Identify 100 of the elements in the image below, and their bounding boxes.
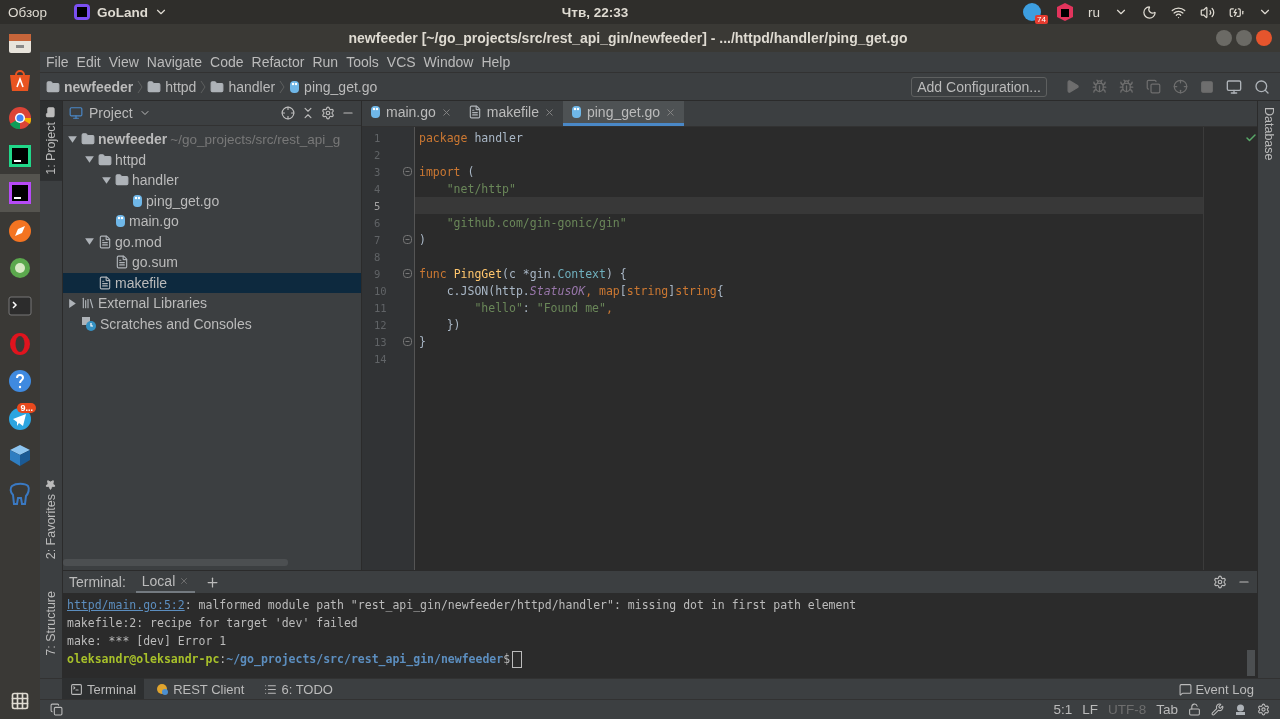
file-link[interactable]: httpd/main.go:5:2 [67,598,185,612]
breadcrumb[interactable]: newfeeder [46,78,134,95]
check-icon [1244,132,1257,144]
scrollbar[interactable] [1247,650,1255,676]
collapsed-arrow-icon[interactable] [67,297,78,309]
tree-item[interactable]: handler [63,170,361,191]
volume-icon[interactable] [1200,4,1215,20]
chevron-right-icon [279,79,286,94]
menu-item[interactable]: View [108,54,139,70]
editor-tab[interactable]: main.go [362,101,460,126]
folder-icon [115,173,129,188]
editor-tab[interactable]: makefile [459,101,563,126]
notification-badge: 9... [17,402,36,413]
menu-item[interactable]: Run [312,54,339,70]
event-log-button[interactable]: Event Log [1179,681,1254,697]
clock[interactable]: Чтв, 22:33 [561,4,629,20]
moon-icon[interactable] [1142,4,1157,20]
app-menu[interactable]: GoLand [97,4,148,20]
code-line: "github.com/gin-gonic/gin" [445,214,628,231]
tree-item[interactable]: main.go [63,211,361,232]
tool-window-tab[interactable]: Database [1258,101,1280,167]
fold-icon[interactable] [403,337,412,346]
cube-icon[interactable] [1056,2,1074,22]
menu-item[interactable]: Navigate [146,54,203,70]
tool-window-button[interactable]: Terminal [62,678,145,700]
close-button[interactable] [1256,30,1272,46]
dock-item[interactable] [0,174,40,212]
collapse-all-icon[interactable] [301,106,315,120]
locate-icon[interactable] [281,106,295,120]
terminal-line: make: *** [dev] Error 1 [67,633,228,650]
folder-icon [98,152,112,167]
file-icon [115,255,129,270]
project-view-selector[interactable]: Project [89,105,133,121]
fold-icon[interactable] [403,269,412,278]
shell-prompt: oleksandr@oleksandr-pc:~/go_projects/src/rest_api_gin/newfeeder$ [67,652,511,666]
inspector-icon[interactable] [1234,703,1247,716]
tool-window-button[interactable]: 6: TODO [256,678,341,700]
search-icon[interactable] [1254,78,1270,95]
gopher-file-icon [289,79,301,94]
gopher-file-icon [115,214,126,229]
expanded-arrow-icon[interactable] [84,154,95,166]
tree-item[interactable]: Scratches and Consoles [63,313,361,334]
menu-item[interactable]: Refactor [251,54,305,70]
language-indicator[interactable]: ru [1088,4,1100,20]
menu-item[interactable]: Tools [346,54,379,70]
expanded-arrow-icon[interactable] [101,174,112,186]
breadcrumb[interactable]: httpd [147,78,197,95]
terminal-line: makefile:2: recipe for target 'dev' failed [67,615,359,632]
scrollbar[interactable] [63,559,288,566]
settings-icon[interactable] [1213,575,1227,589]
settings-icon[interactable] [1257,703,1270,716]
tool-window-tab[interactable]: 7: Structure [40,585,62,662]
breadcrumb[interactable]: ping_get.go [289,78,378,95]
wifi-icon[interactable] [1171,4,1186,20]
overview-button[interactable]: Обзор [8,4,47,20]
settings-icon[interactable] [321,106,335,120]
add-icon[interactable] [205,574,221,590]
menu-item[interactable]: Code [210,54,244,70]
unlock-icon[interactable] [1188,703,1201,716]
file-icon [98,234,112,249]
tree-item[interactable]: newfeeder ~/go_projects/src/rest_api_g [63,129,361,150]
tool-windows-icon[interactable] [50,703,63,716]
expanded-arrow-icon[interactable] [84,236,95,248]
tool-window-button[interactable]: REST Client [148,678,253,700]
browser-icon[interactable] [6,104,34,132]
menu-item[interactable]: Help [481,54,511,70]
tree-item[interactable]: makefile [63,272,361,293]
add-configuration-button[interactable]: Add Configuration... [911,76,1047,97]
close-icon[interactable] [543,106,555,118]
unread-count: 74 [1035,15,1048,24]
tree-item[interactable]: httpd [63,149,361,170]
tool-window-tab[interactable]: 2: Favorites [40,473,62,566]
menu-item[interactable]: File [46,54,69,70]
tree-item[interactable]: go.sum [63,252,361,273]
code-line: } [418,333,427,350]
breadcrumb[interactable]: handler [210,78,276,95]
tree-item[interactable]: ping_get.go [63,190,361,211]
tree-item[interactable]: go.mod [63,231,361,252]
editor-tab[interactable]: ping_get.go [562,101,685,126]
tree-item[interactable]: External Libraries [63,293,361,314]
status-item[interactable]: Tab [1156,702,1178,717]
menu-item[interactable]: VCS [386,54,416,70]
fold-icon[interactable] [403,235,412,244]
close-icon[interactable] [440,106,452,118]
dock-item[interactable]: 9... [0,399,40,438]
status-item[interactable]: LF [1082,702,1098,717]
expanded-arrow-icon[interactable] [67,133,78,145]
scratch-clock-icon [81,316,97,332]
menu-item[interactable]: Edit [76,54,101,70]
folder-icon [210,79,225,94]
wrench-icon[interactable] [1211,703,1224,716]
menu-item[interactable]: Window [423,54,474,70]
window-title: newfeeder [~/go_projects/src/rest_api_gin/newfeeder] - .../httpd/handler/ping_get.go [347,30,909,46]
tool-window-tab[interactable]: 1: Project [40,101,62,181]
chevron-right-icon [200,79,207,94]
status-item[interactable]: 5:1 [1053,702,1073,717]
code-line: "net/http" [445,180,517,197]
app-grid-icon[interactable] [10,691,30,711]
fold-icon[interactable] [403,167,412,176]
line-number: 5 [373,198,382,214]
